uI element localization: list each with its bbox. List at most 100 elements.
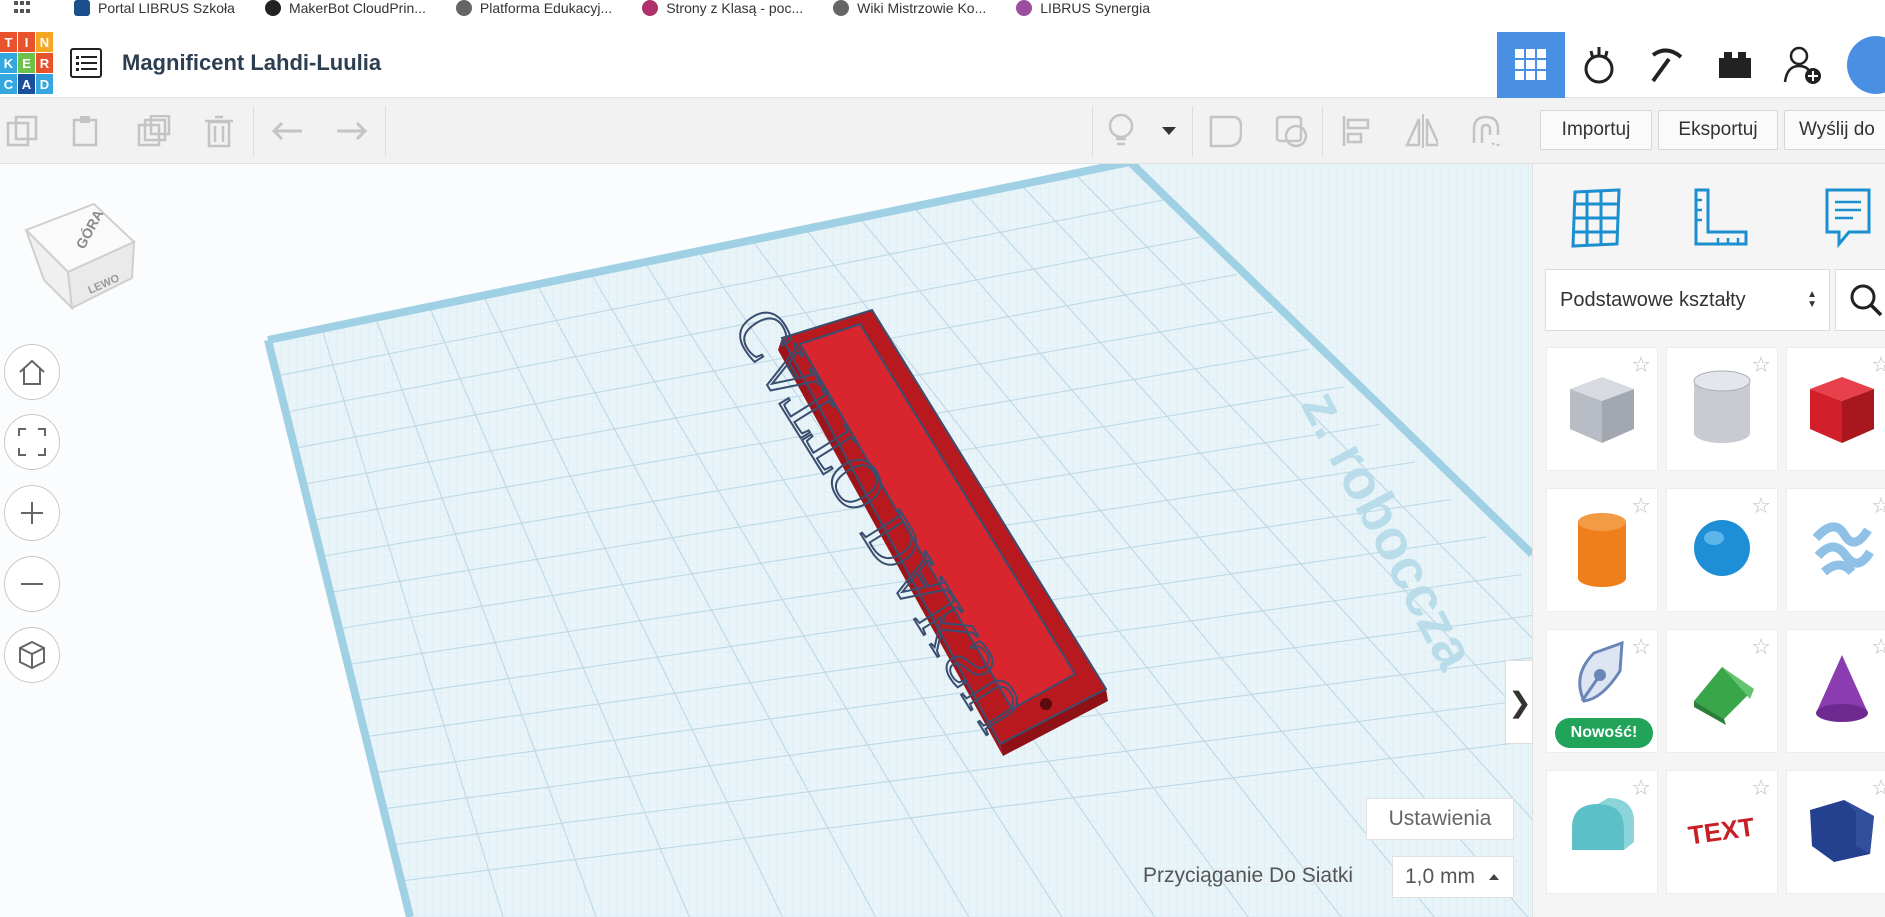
snap-grid-label: Przyciąganie Do Siatki bbox=[1143, 864, 1354, 887]
view-cube[interactable]: GÓRA LEWO bbox=[20, 190, 140, 315]
toolbar-divider bbox=[1092, 106, 1093, 156]
shape-tile-box-hole[interactable]: ☆ bbox=[1546, 347, 1658, 471]
bookmark-makerbot[interactable]: MakerBot CloudPrin... bbox=[264, 0, 426, 16]
search-shapes-button[interactable] bbox=[1835, 269, 1885, 331]
strony-icon bbox=[642, 0, 659, 16]
paste-button[interactable] bbox=[69, 114, 103, 148]
star-icon[interactable]: ☆ bbox=[1751, 352, 1771, 378]
redo-button[interactable] bbox=[335, 114, 369, 148]
bookmark-wiki[interactable]: Wiki Mistrzowie Ko... bbox=[833, 0, 986, 16]
star-icon[interactable]: ☆ bbox=[1631, 634, 1651, 660]
sim-lab-button[interactable] bbox=[1565, 32, 1633, 98]
tinkercad-logo[interactable]: TINKERCAD bbox=[0, 32, 53, 94]
design-list-icon[interactable] bbox=[70, 48, 102, 78]
duplicate-button[interactable] bbox=[137, 114, 171, 148]
star-icon[interactable]: ☆ bbox=[1751, 634, 1771, 660]
view-cube-icon: GÓRA LEWO bbox=[24, 202, 136, 311]
apps-icon[interactable] bbox=[14, 1, 34, 15]
shape-tile-box[interactable]: ☆ bbox=[1786, 347, 1885, 471]
align-button[interactable] bbox=[1340, 114, 1374, 148]
notes-button[interactable] bbox=[1104, 113, 1138, 148]
shape-category-select[interactable]: Podstawowe kształty ▲ ▼ bbox=[1545, 269, 1830, 331]
minecraft-button[interactable] bbox=[1633, 32, 1701, 98]
round-roof-shape-icon bbox=[1564, 790, 1640, 875]
star-icon[interactable]: ☆ bbox=[1871, 352, 1885, 378]
logo-letter: E bbox=[18, 53, 35, 73]
star-icon[interactable]: ☆ bbox=[1871, 493, 1885, 519]
cylinder-hole-shape-icon bbox=[1684, 367, 1760, 452]
fit-view-button[interactable] bbox=[4, 414, 60, 470]
star-icon[interactable]: ☆ bbox=[1871, 775, 1885, 801]
shapes-panel: Podstawowe kształty▲▼ ☆☆☆☆☆☆☆Nowość!☆☆☆T… bbox=[1532, 164, 1885, 917]
star-icon[interactable]: ☆ bbox=[1631, 493, 1651, 519]
star-icon[interactable]: ☆ bbox=[1751, 775, 1771, 801]
ruler-tool-button[interactable] bbox=[1685, 182, 1755, 252]
star-icon[interactable]: ☆ bbox=[1751, 493, 1771, 519]
workplane-tool-button[interactable] bbox=[1561, 182, 1631, 252]
3d-design-button[interactable] bbox=[1497, 32, 1565, 98]
export-button[interactable]: Eksportuj bbox=[1658, 110, 1778, 150]
group-button[interactable] bbox=[1208, 114, 1242, 148]
shape-tile-polygon[interactable]: ☆ bbox=[1786, 770, 1885, 894]
zoom-in-button[interactable] bbox=[4, 485, 60, 541]
star-icon[interactable]: ☆ bbox=[1631, 352, 1651, 378]
trash-icon bbox=[205, 115, 233, 148]
shape-tile-cylinder[interactable]: ☆ bbox=[1546, 488, 1658, 612]
delete-button[interactable] bbox=[202, 114, 236, 148]
import-button[interactable]: Importuj bbox=[1540, 110, 1652, 150]
librus-icon bbox=[74, 0, 90, 16]
mirror-button[interactable] bbox=[1404, 114, 1438, 148]
shape-tile-roof[interactable]: ☆ bbox=[1666, 629, 1778, 753]
sort-arrows-icon: ▲ ▼ bbox=[1807, 289, 1817, 310]
add-user-button[interactable] bbox=[1769, 32, 1837, 98]
scribble-shape-icon bbox=[1804, 508, 1880, 593]
shape-tile-scribble[interactable]: ☆ bbox=[1786, 488, 1885, 612]
brick-icon bbox=[1719, 52, 1751, 78]
bookmark-strony[interactable]: Strony z Klasą - poc... bbox=[642, 0, 803, 16]
bookmark-synergia[interactable]: LIBRUS Synergia bbox=[1016, 0, 1150, 16]
shape-tile-text[interactable]: TEXT ☆ bbox=[1666, 770, 1778, 894]
copy-icon bbox=[6, 115, 38, 147]
design-title[interactable]: Magnificent Lahdi-Luulia bbox=[122, 50, 381, 76]
bookmark-platforma[interactable]: Platforma Edukacyj... bbox=[455, 0, 612, 16]
undo-icon bbox=[271, 121, 302, 141]
import-export-bar: Importuj Eksportuj Wyślij do bbox=[1540, 98, 1885, 164]
minus-icon bbox=[21, 583, 43, 585]
undo-button[interactable] bbox=[270, 114, 304, 148]
star-icon[interactable]: ☆ bbox=[1631, 775, 1651, 801]
shape-tile-sphere[interactable]: ☆ bbox=[1666, 488, 1778, 612]
copy-button[interactable] bbox=[5, 114, 39, 148]
sphere-shape-icon bbox=[1684, 508, 1760, 593]
polygon-shape-icon bbox=[1804, 790, 1880, 875]
avatar[interactable] bbox=[1837, 32, 1885, 98]
shape-tile-round-roof[interactable]: ☆ bbox=[1546, 770, 1658, 894]
magnet-icon bbox=[1472, 115, 1502, 146]
cruise-button[interactable] bbox=[1468, 114, 1502, 148]
shape-tile-cylinder-hole[interactable]: ☆ bbox=[1666, 347, 1778, 471]
perspective-button[interactable] bbox=[4, 627, 60, 683]
pickaxe-icon bbox=[1651, 48, 1683, 83]
send-to-button[interactable]: Wyślij do bbox=[1784, 110, 1885, 150]
group-icon bbox=[1209, 115, 1242, 148]
shape-tile-shape-generator[interactable]: ☆ Nowość! bbox=[1546, 629, 1658, 753]
plus-icon bbox=[21, 502, 43, 524]
bricks-button[interactable] bbox=[1701, 32, 1769, 98]
toolbar-divider bbox=[253, 106, 254, 156]
snap-grid-select[interactable]: 1,0 mm bbox=[1392, 856, 1514, 898]
globe-icon bbox=[833, 0, 850, 16]
notes-tool-button[interactable] bbox=[1813, 182, 1883, 252]
settings-button[interactable]: Ustawienia bbox=[1366, 798, 1514, 840]
collapse-panel-button[interactable]: ❯ bbox=[1505, 660, 1532, 744]
home-view-button[interactable] bbox=[4, 344, 60, 400]
cylinder-shape-icon bbox=[1564, 506, 1640, 595]
keychain-object[interactable]: CATTO DAKSU bbox=[0, 164, 1532, 917]
star-icon[interactable]: ☆ bbox=[1871, 634, 1885, 660]
ungroup-button[interactable] bbox=[1274, 114, 1308, 148]
workplane-viewport[interactable]: z. roboccza CATTO DAKSU GÓRA LEWO Ustawi… bbox=[0, 164, 1532, 917]
notes-dropdown[interactable] bbox=[1152, 114, 1186, 148]
bookmark-librus-szkola[interactable]: Portal LIBRUS Szkoła bbox=[74, 0, 235, 16]
globe-icon bbox=[455, 0, 472, 16]
shape-tile-cone[interactable]: ☆ bbox=[1786, 629, 1885, 753]
hand-icon bbox=[1584, 47, 1614, 84]
zoom-out-button[interactable] bbox=[4, 556, 60, 612]
